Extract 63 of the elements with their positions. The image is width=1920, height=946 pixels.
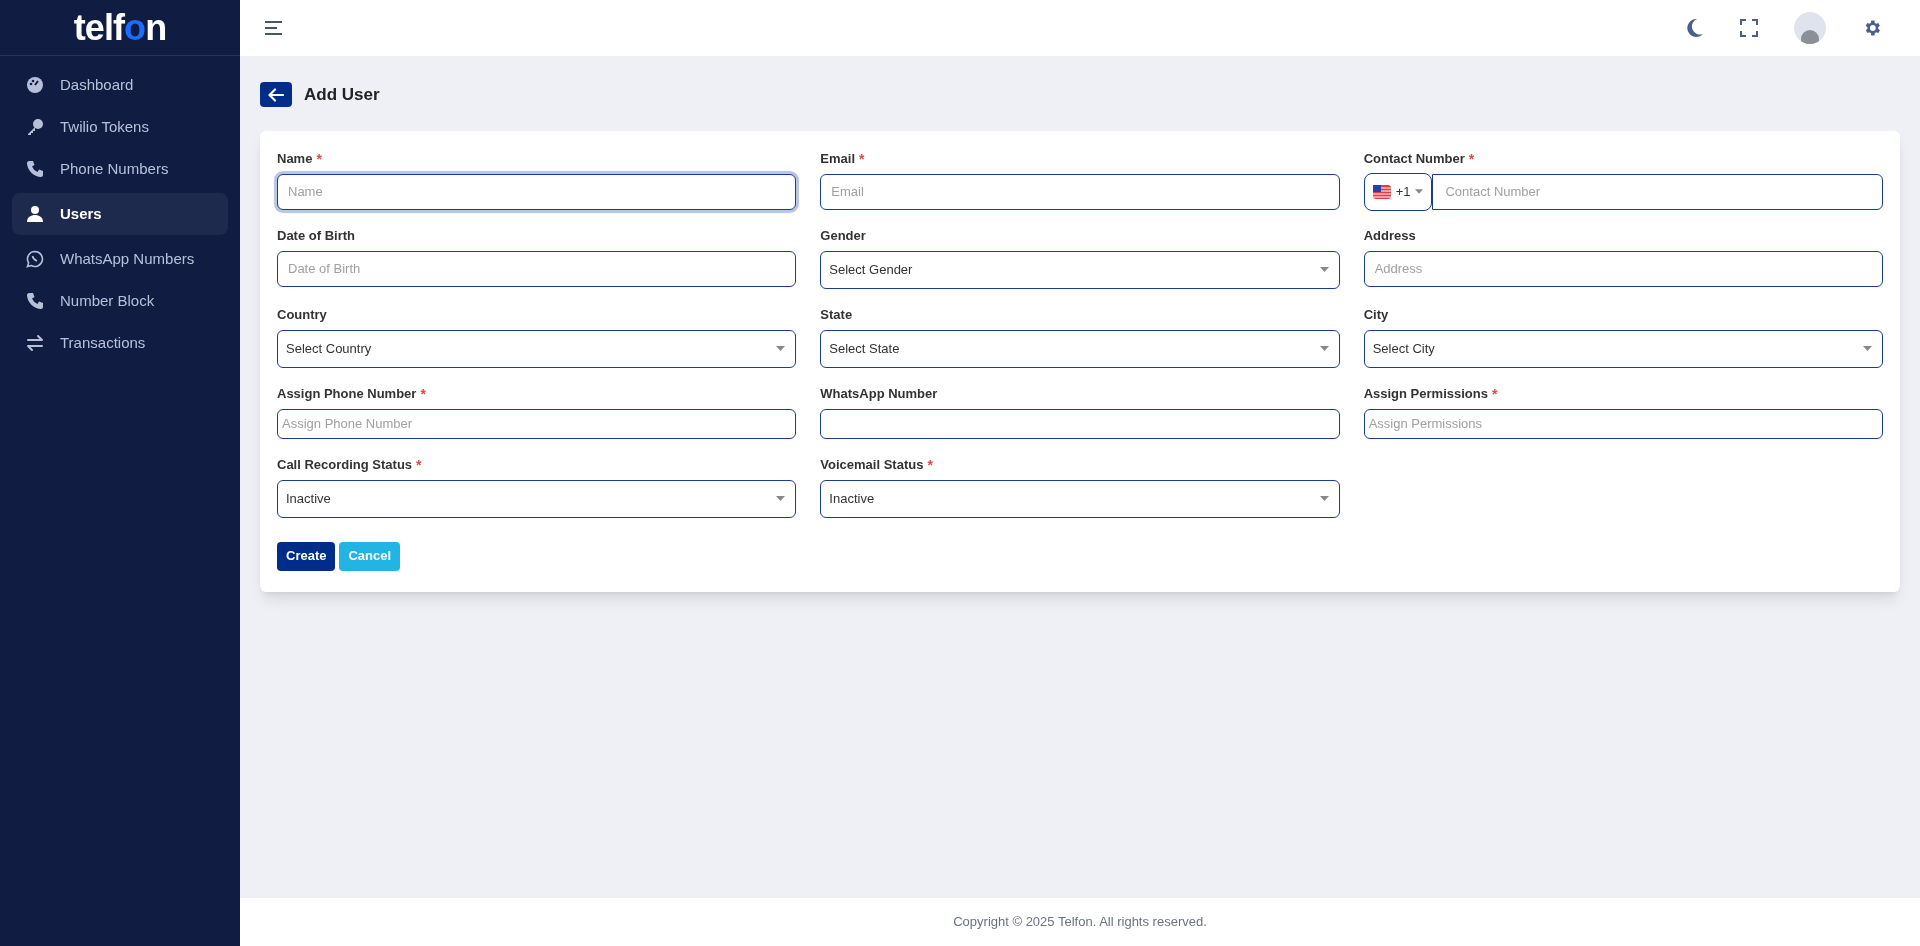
copyright-text: Copyright © 2025 Telfon. All rights reserved. <box>953 913 1207 932</box>
sidebar-item[interactable]: Phone Numbers <box>12 151 228 187</box>
multi-select-field[interactable]: Assign Phone Number <box>277 408 797 439</box>
field-label: Name * <box>277 149 323 165</box>
field-label: Call Recording Status * <box>277 455 423 471</box>
caret-icon <box>1863 346 1872 351</box>
dark-mode-button[interactable] <box>1686 18 1704 38</box>
create-button[interactable]: Create <box>277 541 336 571</box>
select-field[interactable]: Select State <box>820 329 1340 368</box>
input-field[interactable]: Email <box>820 173 1340 210</box>
select-field[interactable]: Select City <box>1363 329 1883 368</box>
avatar[interactable] <box>1794 12 1826 44</box>
field-label: City <box>1363 305 1390 321</box>
field-label: Gender <box>820 226 867 242</box>
phone-icon <box>26 160 44 178</box>
input-field[interactable]: Name <box>277 173 797 210</box>
telfon-logo: telfon <box>73 9 167 46</box>
caret-icon <box>1319 346 1329 351</box>
field-label: Email * <box>820 149 866 165</box>
whatsapp-icon <box>26 250 44 268</box>
country-code-dropdown[interactable]: +1 <box>1363 172 1433 211</box>
field-label: Contact Number * <box>1363 149 1476 165</box>
key-icon <box>26 118 44 136</box>
page-title: Add User <box>304 84 380 106</box>
caret-icon <box>776 346 786 351</box>
caret-icon <box>776 496 786 501</box>
input-field[interactable]: Date of Birth <box>277 250 797 287</box>
field-label: Assign Phone Number * <box>277 384 427 400</box>
moon-icon <box>1686 18 1704 38</box>
multi-select-field[interactable] <box>820 408 1340 439</box>
select-field[interactable]: Select Country <box>277 329 797 368</box>
back-button[interactable] <box>260 82 292 108</box>
field-label: Country <box>277 305 328 321</box>
sidebar-item[interactable]: Users <box>12 193 228 235</box>
sidebar-item[interactable]: Twilio Tokens <box>12 109 228 145</box>
fullscreen-icon <box>1740 19 1758 37</box>
phone-icon <box>26 292 44 310</box>
sidebar-item[interactable]: Transactions <box>12 325 228 361</box>
multi-select-field[interactable]: Assign Permissions <box>1363 408 1883 439</box>
sidebar-item[interactable]: WhatsApp Numbers <box>12 241 228 277</box>
menu-icon <box>264 20 284 36</box>
caret-icon <box>1415 189 1424 194</box>
fullscreen-button[interactable] <box>1740 19 1758 37</box>
select-field[interactable]: Inactive <box>277 479 797 518</box>
field-label: Voicemail Status * <box>820 455 934 471</box>
field-label: Address <box>1363 226 1417 242</box>
contact-number-field[interactable]: Contact Number <box>1432 173 1883 210</box>
field-label: Assign Permissions * <box>1363 384 1499 400</box>
input-field[interactable]: Address <box>1363 250 1883 287</box>
sidebar-item[interactable]: Number Block <box>12 283 228 319</box>
select-field[interactable]: Inactive <box>820 479 1340 518</box>
flag-icon <box>1372 184 1391 199</box>
dashboard-icon <box>26 76 44 94</box>
select-field[interactable]: Select Gender <box>820 250 1340 289</box>
exchange-icon <box>26 334 44 352</box>
field-label: State <box>820 305 854 321</box>
field-label: WhatsApp Number <box>820 384 939 400</box>
caret-icon <box>1319 267 1329 272</box>
field-label: Date of Birth <box>277 226 356 242</box>
user-icon <box>26 205 44 223</box>
arrow-left-icon <box>268 87 284 102</box>
caret-icon <box>1319 496 1329 501</box>
sidebar-item[interactable]: Dashboard <box>12 67 228 103</box>
